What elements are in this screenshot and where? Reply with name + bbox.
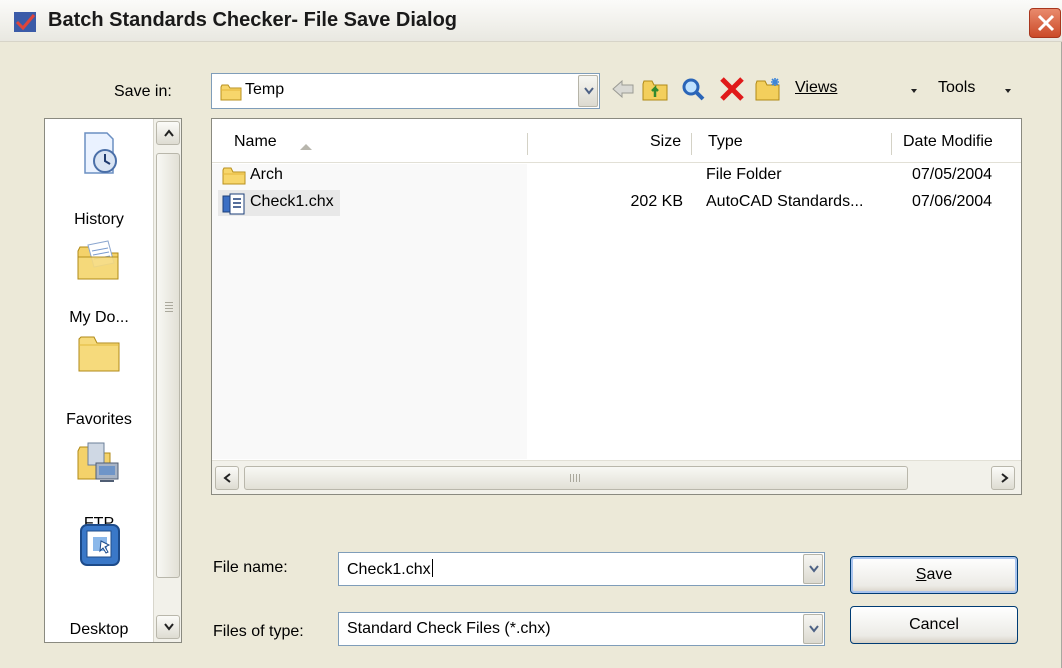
create-new-folder-button[interactable] — [753, 72, 783, 106]
save-label: ave — [926, 566, 953, 583]
cancel-button[interactable]: Cancel — [850, 606, 1018, 644]
file-name-label: File name: — [213, 559, 288, 576]
place-my-documents[interactable]: My Do... — [45, 237, 153, 326]
scroll-up-button[interactable] — [156, 121, 180, 145]
save-in-dropdown-arrow[interactable] — [578, 75, 598, 107]
place-desktop[interactable]: Desktop — [45, 521, 153, 638]
my-documents-icon — [77, 240, 119, 280]
app-checkmark-icon — [14, 12, 36, 32]
file-date: 07/05/2004 — [912, 166, 993, 183]
chevron-up-icon — [164, 129, 174, 137]
place-history-label: History — [74, 211, 124, 228]
tools-label: Tools — [938, 79, 976, 96]
file-size: 202 KB — [630, 193, 683, 210]
file-name: Arch — [250, 166, 283, 183]
search-web-button[interactable] — [680, 72, 708, 106]
views-dropdown-arrow[interactable] — [911, 89, 917, 93]
search-icon — [682, 78, 705, 101]
save-in-dropdown[interactable]: Temp — [211, 73, 600, 109]
up-folder-icon — [642, 80, 668, 101]
chevron-left-icon — [223, 473, 231, 483]
file-row-check1[interactable]: Check1.chx 202 KB AutoCAD Standards... 0… — [212, 190, 1021, 216]
chevron-down-icon — [164, 623, 174, 631]
folder-icon — [220, 84, 242, 101]
scroll-left-button[interactable] — [215, 466, 239, 490]
delete-button[interactable] — [717, 72, 747, 106]
file-row-arch[interactable]: Arch File Folder 07/05/2004 — [212, 163, 1021, 189]
title-bar: Batch Standards Checker- File Save Dialo… — [0, 0, 1062, 42]
column-header-size[interactable]: Size — [650, 133, 681, 151]
tools-menu[interactable]: Tools — [938, 79, 975, 97]
scroll-down-button[interactable] — [156, 615, 180, 639]
cancel-label: Cancel — [909, 616, 959, 633]
ftp-icon — [77, 442, 119, 482]
file-name-input[interactable]: Check1.chx — [338, 552, 825, 586]
views-label: Views — [795, 79, 838, 96]
save-button[interactable]: Save — [850, 556, 1018, 594]
favorites-icon — [78, 336, 120, 372]
places-bar: History My Do... Favorites FTP Desktop — [44, 118, 182, 643]
file-date: 07/06/2004 — [912, 193, 993, 210]
close-icon — [1037, 14, 1055, 32]
file-list-horizontal-scrollbar[interactable] — [212, 460, 1021, 494]
chx-file-icon — [222, 193, 245, 215]
back-arrow-icon — [612, 79, 634, 99]
up-one-level-button[interactable] — [640, 72, 672, 106]
sort-ascending-icon — [300, 144, 312, 150]
chevron-down-icon — [584, 87, 594, 95]
chevron-down-icon — [809, 625, 819, 633]
file-type: AutoCAD Standards... — [706, 193, 864, 210]
scroll-thumb[interactable] — [156, 153, 180, 578]
places-vertical-scrollbar[interactable] — [153, 119, 181, 642]
place-desktop-label: Desktop — [69, 621, 129, 638]
desktop-icon — [80, 524, 120, 566]
chevron-right-icon — [1001, 473, 1009, 483]
file-save-dialog: Batch Standards Checker- File Save Dialo… — [0, 0, 1062, 668]
views-menu[interactable]: Views — [795, 79, 837, 97]
place-favorites[interactable]: Favorites — [45, 329, 153, 428]
file-name: Check1.chx — [250, 193, 334, 210]
new-folder-icon — [755, 78, 780, 101]
place-favorites-label: Favorites — [66, 411, 132, 428]
close-button[interactable] — [1029, 8, 1061, 38]
file-type-dropdown-arrow[interactable] — [803, 614, 823, 644]
column-header-date-modified[interactable]: Date Modifie — [903, 133, 993, 151]
chevron-down-icon — [809, 565, 819, 573]
file-type-label: Files of type: — [213, 623, 304, 640]
file-type: File Folder — [706, 166, 782, 183]
horizontal-scroll-thumb[interactable] — [244, 466, 908, 490]
delete-x-icon — [720, 77, 744, 101]
file-list-view[interactable]: Name Size Type Date Modifie Arch File Fo… — [211, 118, 1022, 495]
folder-icon — [222, 167, 246, 185]
place-my-documents-label: My Do... — [69, 309, 129, 326]
place-ftp[interactable]: FTP — [45, 439, 153, 532]
save-mnemonic: S — [915, 566, 927, 583]
file-name-value: Check1.chx — [347, 559, 433, 578]
back-button[interactable] — [610, 72, 636, 106]
file-list-header: Name Size Type Date Modifie — [212, 125, 1021, 163]
tools-dropdown-arrow[interactable] — [1005, 89, 1011, 93]
history-icon — [84, 132, 117, 174]
file-type-dropdown[interactable]: Standard Check Files (*.chx) — [338, 612, 825, 646]
column-header-type[interactable]: Type — [708, 133, 743, 151]
save-in-label: Save in: — [114, 83, 172, 100]
file-type-value: Standard Check Files (*.chx) — [347, 620, 551, 637]
place-history[interactable]: History — [45, 129, 153, 228]
save-in-value: Temp — [245, 81, 285, 98]
scroll-right-button[interactable] — [991, 466, 1015, 490]
column-header-name[interactable]: Name — [234, 133, 277, 151]
file-name-dropdown-arrow[interactable] — [803, 554, 823, 584]
window-title: Batch Standards Checker- File Save Dialo… — [48, 9, 458, 31]
